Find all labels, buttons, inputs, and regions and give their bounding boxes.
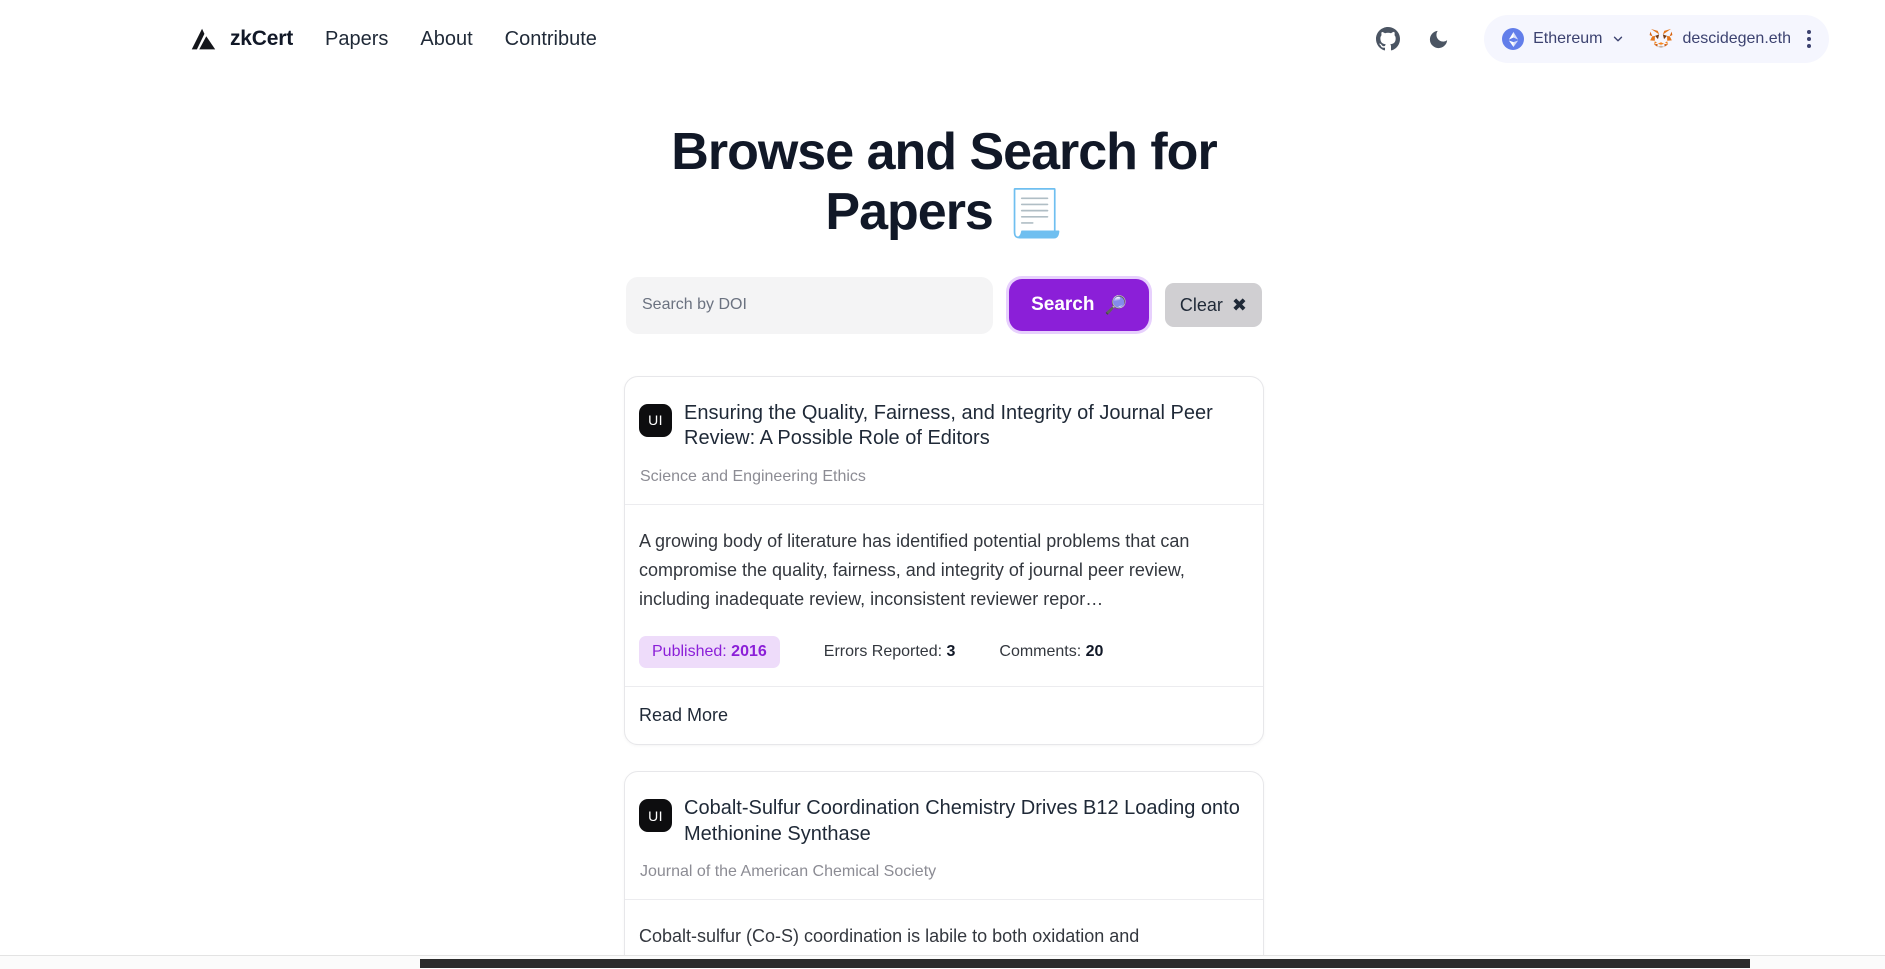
errors-count: 3 <box>946 643 956 661</box>
nav-link-contribute[interactable]: Contribute <box>505 28 597 51</box>
nav-links: Papers About Contribute <box>325 28 597 51</box>
paper-card-footer: Read More <box>625 686 1263 744</box>
paper-card-header: UI Cobalt-Sulfur Coordination Chemistry … <box>625 772 1263 899</box>
paper-card-header: UI Ensuring the Quality, Fairness, and I… <box>625 377 1263 504</box>
avatar: UI <box>639 799 672 833</box>
wallet-bar: Ethereum descidegen.eth <box>1484 15 1829 63</box>
errors-label: Errors Reported: <box>823 643 947 661</box>
paper-journal: Science and Engineering Ethics <box>640 467 866 485</box>
paper-title-row: UI Ensuring the Quality, Fairness, and I… <box>639 401 1249 452</box>
chevron-down-icon <box>1614 36 1623 42</box>
paper-abstract: A growing body of literature has identif… <box>639 530 1190 610</box>
horizontal-scrollbar-thumb[interactable] <box>420 959 1750 968</box>
page-content: Browse and Search for Papers 📃 Search 🔎 … <box>0 78 1885 955</box>
search-input[interactable] <box>626 276 994 334</box>
paper-journal: Journal of the American Chemical Society <box>640 863 937 881</box>
paper-title-row: UI Cobalt-Sulfur Coordination Chemistry … <box>639 796 1249 847</box>
nav-link-papers[interactable]: Papers <box>325 28 388 51</box>
metamask-fox-icon <box>1649 28 1673 50</box>
errors-reported: Errors Reported: 3 <box>824 643 956 661</box>
avatar: UI <box>639 403 672 437</box>
cross-mark-icon: ✖ <box>1231 295 1247 316</box>
search-row: Search 🔎 Clear ✖ <box>624 276 1264 334</box>
ethereum-icon <box>1502 28 1525 50</box>
github-icon[interactable] <box>1374 25 1402 53</box>
status-badge-published: Published: 2016 <box>639 636 780 669</box>
clear-button[interactable]: Clear ✖ <box>1164 283 1262 328</box>
account-name: descidegen.eth <box>1682 30 1791 47</box>
paper-title[interactable]: Ensuring the Quality, Fairness, and Inte… <box>684 401 1249 452</box>
page-title: Browse and Search for Papers 📃 <box>624 122 1264 243</box>
paper-title[interactable]: Cobalt-Sulfur Coordination Chemistry Dri… <box>684 796 1249 847</box>
zkcert-mountain-logo-icon <box>188 24 218 54</box>
navbar-right-cluster: Ethereum descidegen.eth <box>1374 15 1829 63</box>
paper-card[interactable]: UI Cobalt-Sulfur Coordination Chemistry … <box>624 771 1264 955</box>
search-button-label: Search <box>1031 294 1095 316</box>
nav-link-about[interactable]: About <box>420 28 472 51</box>
comments-label: Comments: <box>999 643 1086 661</box>
search-button[interactable]: Search 🔎 <box>1009 279 1149 332</box>
brand-home-link[interactable]: zkCert <box>188 24 293 54</box>
paper-card-body: A growing body of literature has identif… <box>625 503 1263 686</box>
clear-button-label: Clear <box>1179 294 1223 315</box>
page-emoji-icon: 📃 <box>1006 187 1063 240</box>
paper-card-body: Cobalt-sulfur (Co-S) coordination is lab… <box>625 899 1263 955</box>
paper-meta-row: Published: 2016 Errors Reported: 3 Comme… <box>639 636 1249 669</box>
content-column: Browse and Search for Papers 📃 Search 🔎 … <box>624 122 1264 955</box>
comments-count: 20 <box>1085 643 1104 661</box>
top-navbar: zkCert Papers About Contribute Ethereum … <box>0 0 1885 78</box>
chain-selector[interactable]: Ethereum <box>1494 21 1635 57</box>
horizontal-scrollbar[interactable] <box>0 955 1885 969</box>
read-more-link[interactable]: Read More <box>639 705 728 725</box>
brand-name: zkCert <box>230 27 293 50</box>
paper-abstract: Cobalt-sulfur (Co-S) coordination is lab… <box>639 926 1140 947</box>
moon-icon[interactable] <box>1424 25 1452 53</box>
kebab-menu-icon[interactable] <box>1799 24 1819 54</box>
chain-name: Ethereum <box>1533 30 1603 47</box>
account-chip[interactable]: descidegen.eth <box>1639 21 1795 57</box>
paper-card[interactable]: UI Ensuring the Quality, Fairness, and I… <box>624 375 1264 746</box>
page-title-text: Browse and Search for Papers <box>671 123 1217 242</box>
comments-count-item: Comments: 20 <box>999 643 1103 661</box>
magnifier-icon: 🔎 <box>1104 295 1127 316</box>
published-label: Published: <box>652 643 732 661</box>
published-year: 2016 <box>731 643 767 661</box>
